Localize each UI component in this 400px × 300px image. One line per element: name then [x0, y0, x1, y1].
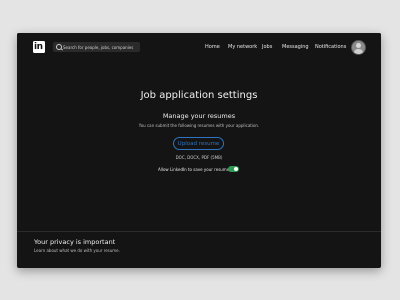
search-bar[interactable]	[53, 42, 140, 52]
logo-text: in	[34, 42, 43, 52]
app-window: in Home My network Jobs Messaging Notifi…	[17, 33, 381, 268]
nav-link-messaging[interactable]: Messaging	[282, 44, 309, 50]
toggle-knob	[234, 167, 238, 171]
avatar-head-shape	[356, 43, 361, 48]
page-title: Job application settings	[140, 90, 258, 101]
search-icon	[56, 44, 62, 50]
avatar[interactable]	[351, 40, 366, 55]
top-nav-bar: in Home My network Jobs Messaging Notifi…	[17, 33, 381, 62]
nav-link-my-network[interactable]: My network	[228, 44, 257, 50]
linkedin-logo-icon[interactable]: in	[33, 41, 45, 53]
privacy-description[interactable]: Learn about what we do with your resume.	[34, 248, 120, 253]
allow-save-toggle[interactable]	[228, 166, 239, 172]
footer-divider	[17, 231, 381, 232]
avatar-body-shape	[354, 49, 363, 54]
upload-resume-button[interactable]: Upload resume	[173, 137, 224, 150]
privacy-title: Your privacy is important	[34, 238, 116, 246]
file-format-hint: DOC, DOCX, PDF (5MB)	[175, 155, 223, 160]
nav-link-home[interactable]: Home	[205, 44, 220, 50]
section-title: Manage your resumes	[162, 112, 236, 120]
allow-save-label: Allow LinkedIn to save your resumes	[158, 167, 232, 172]
nav-link-jobs[interactable]: Jobs	[262, 44, 272, 50]
nav-link-notifications[interactable]: Notifications	[315, 44, 346, 50]
search-input[interactable]	[63, 42, 139, 52]
section-description: You can submit the following resumes wit…	[138, 123, 260, 128]
